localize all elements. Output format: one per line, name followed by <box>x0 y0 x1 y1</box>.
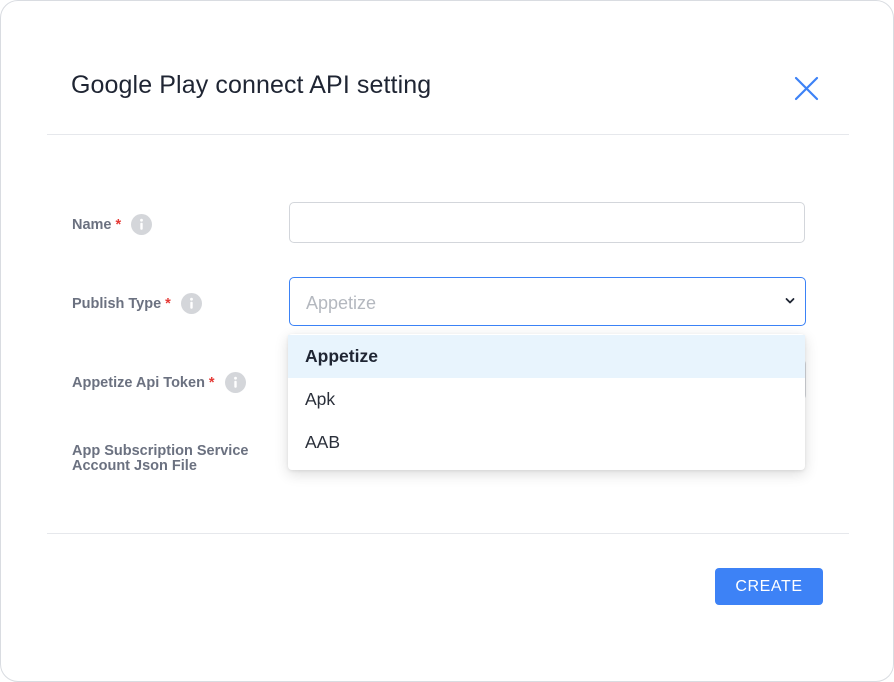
modal-dialog: Google Play connect API setting Name * P… <box>0 0 894 682</box>
publish-type-dropdown-menu: Appetize Apk AAB <box>288 334 805 470</box>
chevron-down-icon <box>785 298 795 304</box>
info-icon[interactable] <box>224 372 246 393</box>
publish-type-select[interactable]: Appetize <box>289 277 806 326</box>
close-icon <box>794 76 819 101</box>
info-icon[interactable] <box>180 293 202 314</box>
dialog-title: Google Play connect API setting <box>71 71 432 99</box>
footer-divider <box>47 533 849 534</box>
subscription-file-label: App Subscription Service Account Json Fi… <box>72 443 249 474</box>
close-button[interactable] <box>790 73 822 105</box>
dropdown-option-aab[interactable]: AAB <box>288 421 805 464</box>
dropdown-option-apk[interactable]: Apk <box>288 378 805 421</box>
required-mark: * <box>115 216 122 233</box>
name-input[interactable] <box>289 202 805 243</box>
required-mark: * <box>165 295 171 312</box>
create-button[interactable]: CREATE <box>715 568 823 605</box>
name-label: Name * <box>72 214 153 235</box>
appetize-api-token-label: Appetize Api Token * <box>72 372 246 393</box>
info-icon[interactable] <box>131 214 153 235</box>
dropdown-option-appetize[interactable]: Appetize <box>288 335 805 378</box>
required-mark: * <box>208 374 215 391</box>
publish-type-label: Publish Type * <box>72 293 202 314</box>
header-divider <box>47 134 849 135</box>
publish-type-selected-value: Appetize <box>306 293 377 313</box>
